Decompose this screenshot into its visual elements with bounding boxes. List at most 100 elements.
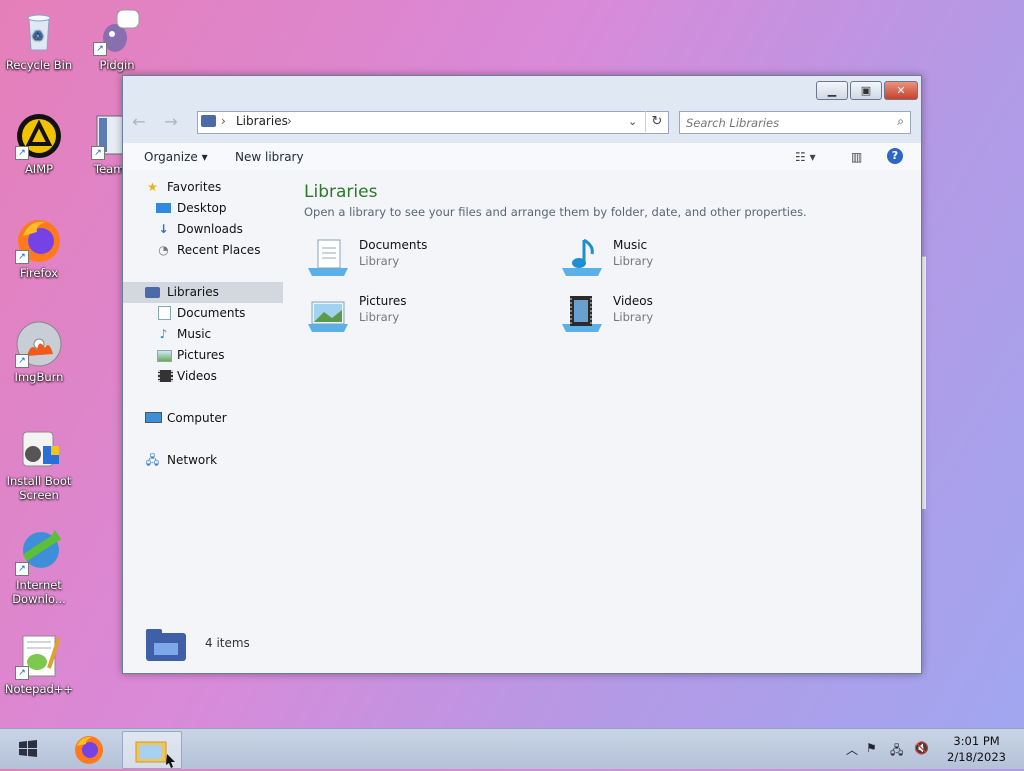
nav-item-documents[interactable]: Documents	[123, 303, 283, 324]
explorer-window: ▁ ▣ ✕ ← → › Libraries › ⌄ ↻ ⌕ Organize ▾…	[122, 75, 922, 674]
shortcut-arrow-icon: ↗	[15, 250, 29, 264]
desktop-icon-imgburn[interactable]: ↗ ImgBurn	[1, 320, 77, 384]
navigation-pane: ★ Favorites Desktop ↓ Downloads ◔ Recent…	[123, 170, 293, 673]
forward-button[interactable]: →	[161, 112, 181, 132]
help-icon[interactable]: ?	[887, 148, 903, 164]
libraries-icon	[145, 287, 160, 298]
content-area: ★ Favorites Desktop ↓ Downloads ◔ Recent…	[123, 170, 921, 673]
network-tray-icon[interactable]: 🖧	[890, 741, 903, 762]
clock-date: 2/18/2023	[947, 750, 1006, 764]
firefox-icon	[75, 736, 103, 764]
search-input[interactable]	[684, 112, 888, 133]
star-icon: ★	[147, 180, 158, 194]
shortcut-arrow-icon: ↗	[91, 146, 105, 160]
pictures-icon	[306, 294, 350, 332]
refresh-button[interactable]: ↻	[645, 111, 668, 132]
show-hidden-icons-button[interactable]: ︿	[846, 741, 858, 758]
desktop-icon-install-boot-screen[interactable]: Install Boot Screen	[1, 424, 77, 502]
music-icon: ♪	[159, 327, 168, 341]
desktop-icon-label: Notepad++	[4, 682, 74, 696]
breadcrumb-libraries[interactable]: Libraries	[236, 114, 288, 128]
new-library-button[interactable]: New library	[235, 150, 304, 164]
desktop-icon-label: AIMP	[24, 162, 54, 176]
library-item-videos[interactable]: Videos Library	[560, 292, 780, 334]
svg-text:♻: ♻	[32, 29, 44, 44]
notepadpp-icon: ↗	[15, 632, 63, 680]
maximize-button[interactable]: ▣	[850, 81, 882, 100]
library-item-pictures[interactable]: Pictures Library	[306, 292, 526, 334]
installer-icon	[15, 424, 63, 472]
desktop-icon-firefox[interactable]: ↗ Firefox	[1, 216, 77, 280]
folder-icon	[135, 741, 175, 768]
organize-menu[interactable]: Organize ▾	[144, 150, 208, 164]
nav-item-recent-places[interactable]: ◔ Recent Places	[123, 240, 283, 261]
documents-icon	[306, 238, 350, 276]
desktop-icon-pidgin[interactable]: ↗ Pidgin	[79, 8, 155, 72]
desktop-icon-label: Internet Downlo...	[12, 578, 66, 606]
close-button[interactable]: ✕	[884, 81, 918, 100]
nav-item-computer[interactable]: Computer	[123, 408, 283, 429]
search-icon[interactable]: ⌕	[897, 114, 904, 129]
desktop-icon-internet-download-manager[interactable]: ↗ Internet Downlo...	[1, 528, 77, 606]
back-button[interactable]: ←	[129, 112, 149, 132]
library-item-documents[interactable]: Documents Library	[306, 236, 526, 278]
firefox-icon: ↗	[15, 216, 63, 264]
page-title: Libraries	[304, 182, 378, 202]
music-icon	[560, 238, 604, 276]
command-bar: Organize ▾ New library ☷ ▾ ▥ ?	[123, 142, 921, 171]
imgburn-icon: ↗	[15, 320, 63, 368]
clock-time: 3:01 PM	[953, 734, 1000, 748]
desktop-icon-recycle-bin[interactable]: ♻ Recycle Bin	[1, 8, 77, 72]
address-dropdown-icon[interactable]: ⌄	[628, 115, 637, 128]
title-bar: ▁ ▣ ✕	[123, 76, 921, 108]
breadcrumb-separator: ›	[287, 114, 292, 128]
desktop-icon-label: Install Boot Screen	[6, 474, 72, 502]
desktop-icon	[156, 203, 171, 213]
aimp-icon: ↗	[15, 112, 63, 160]
nav-item-desktop[interactable]: Desktop	[123, 198, 283, 219]
nav-item-libraries[interactable]: Libraries	[123, 282, 283, 303]
desktop-icon-label: Firefox	[19, 266, 59, 280]
start-button[interactable]	[6, 731, 50, 767]
desktop-icon-notepadpp[interactable]: ↗ Notepad++	[1, 632, 77, 696]
nav-item-downloads[interactable]: ↓ Downloads	[123, 219, 283, 240]
nav-item-videos[interactable]: Videos	[123, 366, 283, 387]
shortcut-arrow-icon: ↗	[15, 146, 29, 160]
details-pane: 4 items	[123, 613, 921, 673]
action-center-flag-icon[interactable]: ⚑	[866, 741, 877, 755]
idm-icon: ↗	[15, 528, 63, 576]
taskbar-firefox[interactable]	[66, 731, 112, 767]
taskbar-file-explorer[interactable]	[122, 731, 182, 769]
breadcrumb-separator: ›	[221, 114, 226, 128]
nav-item-music[interactable]: ♪ Music	[123, 324, 283, 345]
desktop-icon-aimp[interactable]: ↗ AIMP	[1, 112, 77, 176]
shortcut-arrow-icon: ↗	[93, 42, 107, 56]
documents-icon	[158, 306, 171, 320]
nav-item-pictures[interactable]: Pictures	[123, 345, 283, 366]
pictures-icon	[157, 350, 172, 362]
network-icon: 🖧	[145, 453, 160, 467]
computer-icon	[145, 412, 162, 423]
shortcut-arrow-icon: ↗	[15, 666, 29, 680]
nav-item-network[interactable]: 🖧 Network	[123, 450, 283, 471]
recycle-bin-icon: ♻	[15, 8, 63, 56]
shortcut-arrow-icon: ↗	[15, 562, 29, 576]
team-icon: ↗	[91, 112, 123, 160]
search-box[interactable]: ⌕	[679, 111, 911, 134]
address-bar[interactable]: › Libraries › ⌄	[197, 111, 669, 134]
library-item-music[interactable]: Music Library	[560, 236, 780, 278]
page-description: Open a library to see your files and arr…	[304, 205, 807, 219]
change-view-button[interactable]: ☷ ▾	[795, 150, 816, 164]
volume-muted-icon[interactable]: 🔇	[914, 741, 929, 755]
pidgin-icon: ↗	[93, 8, 141, 56]
minimize-button[interactable]: ▁	[816, 81, 848, 100]
desktop-icon-label: Team	[94, 162, 123, 176]
navigation-row: ← → › Libraries › ⌄ ↻ ⌕	[123, 110, 921, 134]
desktop-icon-label: Recycle Bin	[5, 58, 73, 72]
recent-places-icon: ◔	[158, 243, 169, 257]
libraries-folder-icon	[201, 115, 216, 127]
desktop-icon-team[interactable]: ↗ Team	[79, 112, 123, 176]
clock[interactable]: 3:01 PM 2/18/2023	[947, 733, 1006, 765]
preview-pane-button[interactable]: ▥	[851, 150, 862, 164]
nav-item-favorites[interactable]: ★ Favorites	[123, 177, 283, 198]
